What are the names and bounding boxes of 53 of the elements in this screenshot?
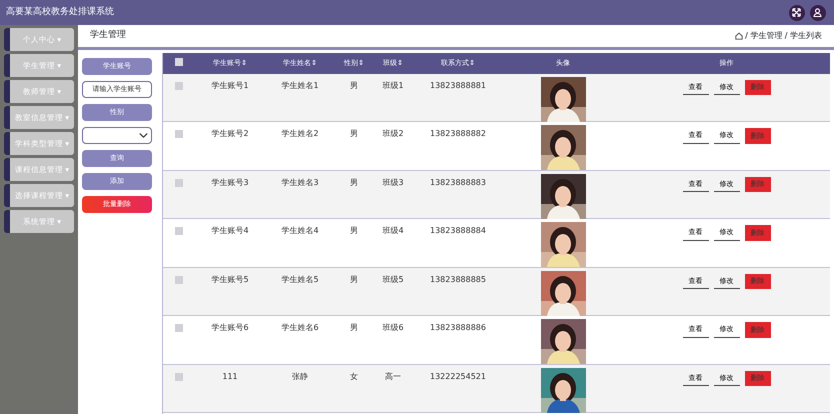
table-cell: 高一 — [385, 372, 401, 380]
table-cell: 学生账号5 — [211, 274, 249, 284]
row-checkbox[interactable] — [175, 324, 183, 332]
row-checkbox[interactable] — [175, 178, 183, 186]
table-cell: 班级3 — [382, 178, 404, 186]
table-cell: 学生账号3 — [211, 178, 249, 186]
table-cell: 班级1 — [382, 80, 404, 90]
table-cell: 学生姓名3 — [281, 178, 319, 186]
table-cell: 班级4 — [382, 226, 404, 235]
table-cell: 男 — [350, 178, 358, 186]
table-cell: 学生姓名4 — [281, 226, 319, 235]
row-checkbox[interactable] — [175, 130, 183, 138]
breadcrumb-separator: / — [745, 30, 748, 42]
table-cell: 学生账号2 — [211, 129, 249, 138]
page-title: 学生管理 — [90, 29, 126, 42]
table-cell: 111 — [222, 372, 238, 380]
row-checkbox[interactable] — [175, 82, 183, 90]
table-cell: 男 — [350, 274, 358, 284]
table-cell: 学生姓名1 — [281, 80, 319, 90]
user-icon[interactable] — [810, 4, 826, 20]
breadcrumb-separator: / — [784, 30, 788, 42]
table-cell: 学生姓名6 — [281, 323, 319, 332]
row-checkbox[interactable] — [175, 372, 183, 380]
table-cell: 男 — [350, 226, 358, 235]
table-cell: 学生账号6 — [211, 323, 249, 332]
table-cell: 女 — [350, 372, 358, 380]
table-cell: 学生姓名5 — [281, 274, 319, 284]
row-checkbox[interactable] — [175, 227, 183, 235]
table-cell: 学生账号4 — [211, 226, 249, 235]
table-cell: 男 — [350, 80, 358, 90]
table-cell: 学生账号1 — [211, 80, 249, 90]
gender-select[interactable] — [82, 126, 152, 144]
table-cell: 13222254521 — [430, 372, 486, 380]
table-cell: 13823888885 — [430, 274, 486, 284]
table-cell: 学生姓名2 — [281, 129, 319, 138]
breadcrumb-link[interactable]: 学生管理 — [750, 30, 782, 42]
table-cell: 张静 — [292, 372, 308, 380]
select-all-checkbox[interactable] — [175, 58, 183, 66]
table-cell: 班级5 — [382, 274, 404, 284]
table-cell: 13823888886 — [430, 323, 486, 332]
table-cell: 男 — [350, 129, 358, 138]
fullscreen-icon[interactable] — [788, 4, 804, 20]
app-title: 高要某高校教务处排课系统 — [6, 6, 114, 19]
table-cell: 13823888884 — [430, 226, 486, 235]
table-cell: 13823888882 — [430, 129, 486, 138]
table-cell: 班级2 — [382, 129, 404, 138]
table-cell: 13823888881 — [430, 80, 486, 90]
breadcrumb-link[interactable]: 学生列表 — [790, 30, 822, 42]
table-cell: 班级6 — [382, 323, 404, 332]
table-cell: 男 — [350, 323, 358, 332]
home-icon[interactable] — [734, 32, 743, 40]
row-checkbox[interactable] — [175, 276, 183, 284]
table-cell: 13823888883 — [430, 178, 486, 186]
